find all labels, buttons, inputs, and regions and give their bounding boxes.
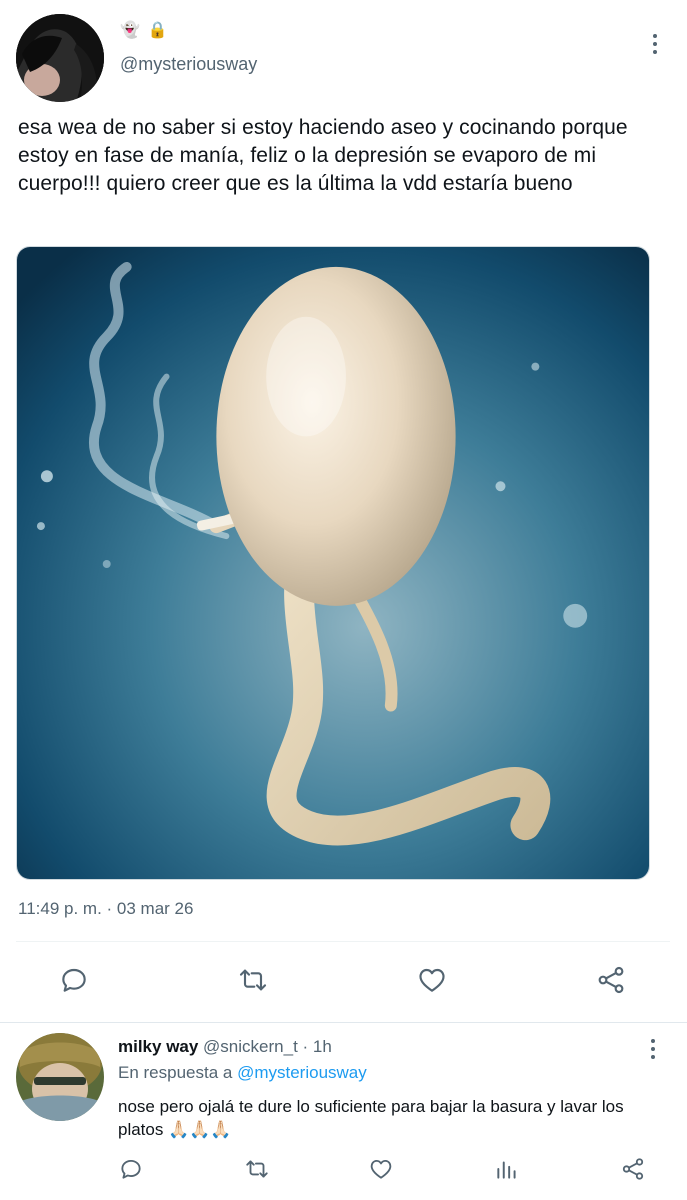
replying-to-prefix: En respuesta a xyxy=(118,1063,238,1082)
reply-author-name[interactable]: milky way xyxy=(118,1037,198,1056)
reply-tweet[interactable]: milky way @snickern_t · 1h En respuesta … xyxy=(0,1023,687,1200)
tweet-timestamp[interactable]: 11:49 p. m. · 03 mar 26 xyxy=(18,899,193,919)
replying-to: En respuesta a @mysteriousway xyxy=(118,1063,367,1083)
tweet-header: 👻 🔒 @mysteriousway xyxy=(16,14,671,102)
ghost-icon: 👻 xyxy=(120,22,140,39)
share-icon[interactable] xyxy=(591,960,631,1000)
divider xyxy=(16,941,670,942)
like-icon[interactable] xyxy=(365,1153,397,1185)
like-icon[interactable] xyxy=(412,960,452,1000)
avatar[interactable] xyxy=(16,14,104,102)
reply-author[interactable]: milky way @snickern_t · 1h xyxy=(118,1037,332,1057)
views-icon[interactable] xyxy=(491,1153,523,1185)
reply-text: nose pero ojalá te dure lo suficiente pa… xyxy=(118,1097,624,1139)
reply-actions xyxy=(0,1153,687,1189)
lock-icon: 🔒 xyxy=(147,22,168,39)
reply-author-meta: @snickern_t · 1h xyxy=(198,1037,332,1056)
retweet-icon[interactable] xyxy=(233,960,273,1000)
avatar[interactable] xyxy=(16,1033,104,1121)
share-icon[interactable] xyxy=(617,1153,649,1185)
tweet-text: esa wea de no saber si estoy haciendo as… xyxy=(18,116,628,195)
author-handle[interactable]: @mysteriousway xyxy=(120,54,257,75)
more-options-icon[interactable] xyxy=(643,32,667,56)
replying-to-handle[interactable]: @mysteriousway xyxy=(237,1063,367,1082)
reply-icon[interactable] xyxy=(115,1153,147,1185)
name-icons: 👻 🔒 xyxy=(120,20,168,42)
reply-icon[interactable] xyxy=(54,960,94,1000)
more-options-icon[interactable] xyxy=(641,1037,665,1061)
smoking-sperm-illustration xyxy=(17,247,649,879)
tweet-actions xyxy=(0,960,687,1004)
tweet-image[interactable] xyxy=(16,246,650,880)
retweet-icon[interactable] xyxy=(241,1153,273,1185)
